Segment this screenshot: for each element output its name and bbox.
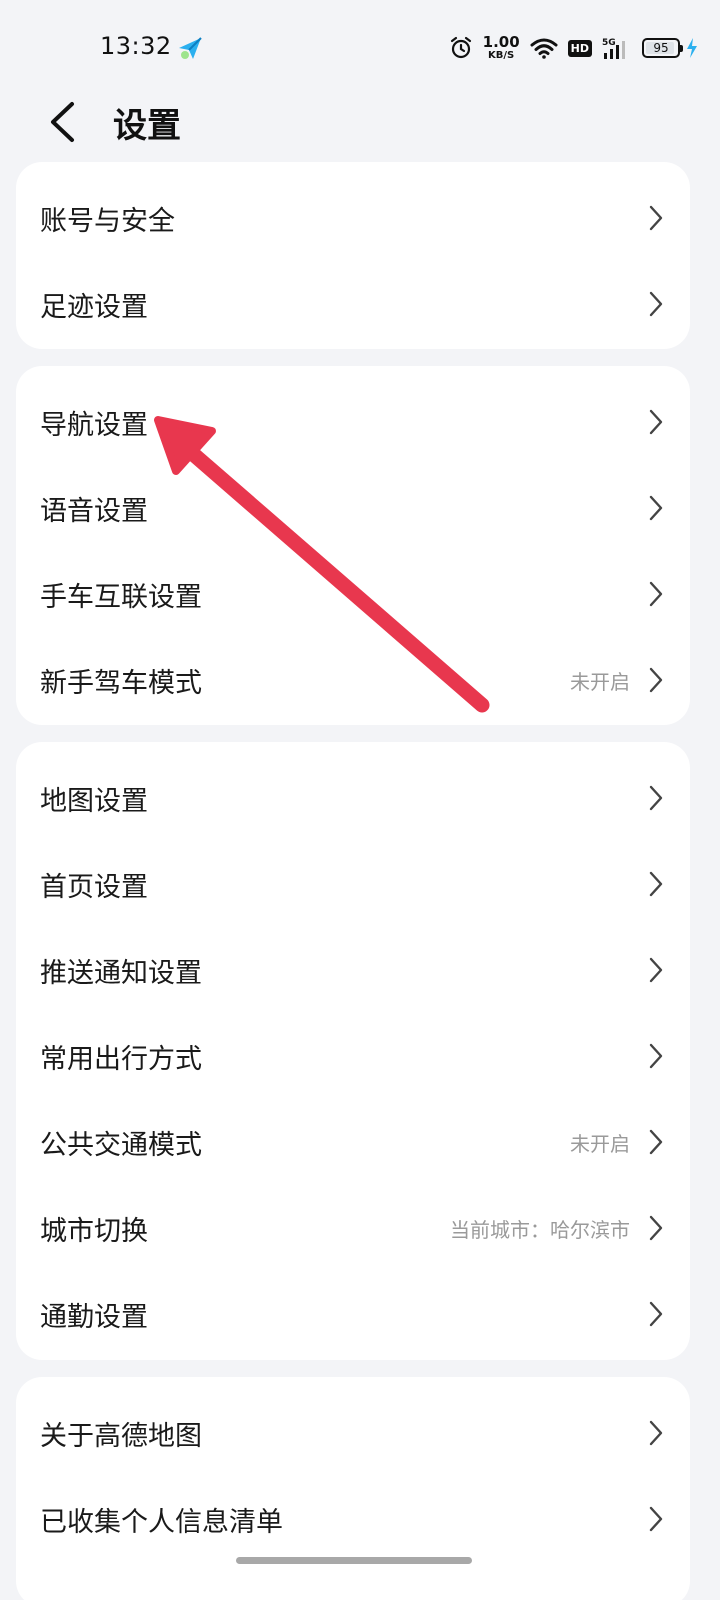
chevron-right-icon — [649, 1215, 663, 1241]
settings-row-push-notifications[interactable]: 推送通知设置 — [16, 927, 690, 1013]
status-time: 13:32 — [100, 32, 172, 60]
row-label: 手车互联设置 — [40, 581, 202, 613]
row-label: 首页设置 — [40, 871, 148, 903]
chevron-right-icon — [649, 409, 663, 435]
settings-row-public-transit[interactable]: 公共交通模式 未开启 — [16, 1099, 690, 1185]
home-indicator[interactable] — [236, 1557, 472, 1564]
signal-icon: 5G — [602, 38, 625, 59]
status-bar: 13:32 1.00 KB/S HD 5G 95 — [0, 0, 720, 96]
signal-label: 5G — [602, 38, 616, 48]
row-status-value: 未开启 — [570, 669, 630, 694]
settings-group-navigation: 导航设置 语音设置 手车互联设置 新手驾车模式 未开启 — [16, 366, 690, 725]
chevron-right-icon — [649, 1506, 663, 1532]
chevron-right-icon — [649, 667, 663, 693]
settings-group-map: 地图设置 首页设置 推送通知设置 常用出行方式 公共交通模式 未开启 城市切换 … — [16, 742, 690, 1360]
status-indicators: 1.00 KB/S HD 5G 95 — [439, 32, 698, 64]
page-title: 设置 — [113, 106, 181, 146]
settings-row-footprint[interactable]: 足迹设置 — [16, 261, 690, 347]
chevron-right-icon — [649, 785, 663, 811]
settings-row-map[interactable]: 地图设置 — [16, 755, 690, 841]
row-label: 常用出行方式 — [40, 1043, 202, 1075]
battery-level: 95 — [653, 41, 669, 55]
chevron-right-icon — [649, 581, 663, 607]
row-label: 城市切换 — [40, 1215, 148, 1247]
settings-row-personal-info-list[interactable]: 已收集个人信息清单 — [16, 1476, 690, 1562]
alarm-icon — [450, 36, 471, 59]
back-icon — [51, 102, 74, 142]
settings-screen: 13:32 1.00 KB/S HD 5G 95 设置 账号与安全 足迹设置 导… — [0, 0, 720, 1600]
chevron-right-icon — [649, 957, 663, 983]
chevron-right-icon — [649, 1043, 663, 1069]
back-button[interactable] — [36, 94, 88, 150]
chevron-right-icon — [649, 205, 663, 231]
network-speed-value: 1.00 — [482, 33, 520, 51]
settings-row-novice-driving[interactable]: 新手驾车模式 未开启 — [16, 637, 690, 723]
row-label: 公共交通模式 — [40, 1129, 202, 1161]
hd-badge: HD — [567, 39, 592, 57]
settings-row-navigation[interactable]: 导航设置 — [16, 379, 690, 465]
settings-group-about: 关于高德地图 已收集个人信息清单 — [16, 1377, 690, 1600]
chevron-right-icon — [649, 1129, 663, 1155]
settings-row-travel-mode[interactable]: 常用出行方式 — [16, 1013, 690, 1099]
settings-row-homepage[interactable]: 首页设置 — [16, 841, 690, 927]
row-label: 已收集个人信息清单 — [40, 1506, 283, 1538]
battery-icon: 95 — [642, 38, 683, 58]
row-label: 足迹设置 — [40, 291, 148, 323]
settings-row-voice[interactable]: 语音设置 — [16, 465, 690, 551]
row-label: 关于高德地图 — [40, 1420, 202, 1452]
wifi-icon — [530, 38, 558, 59]
chevron-right-icon — [649, 1420, 663, 1446]
row-label: 语音设置 — [40, 495, 148, 527]
network-speed: 1.00 KB/S — [483, 35, 520, 61]
row-label: 推送通知设置 — [40, 957, 202, 989]
chevron-right-icon — [649, 871, 663, 897]
settings-row-car-connect[interactable]: 手车互联设置 — [16, 551, 690, 637]
chevron-right-icon — [649, 1301, 663, 1327]
settings-row-account-security[interactable]: 账号与安全 — [16, 175, 690, 261]
row-label: 通勤设置 — [40, 1301, 148, 1333]
charging-icon — [687, 38, 697, 58]
settings-row-city-switch[interactable]: 城市切换 当前城市：哈尔滨市 — [16, 1185, 690, 1271]
settings-row-commute[interactable]: 通勤设置 — [16, 1271, 690, 1357]
navigation-app-icon — [179, 37, 202, 59]
row-current-city: 当前城市：哈尔滨市 — [450, 1217, 630, 1242]
row-status-value: 未开启 — [570, 1131, 630, 1156]
settings-group-account: 账号与安全 足迹设置 — [16, 162, 690, 349]
row-label: 导航设置 — [40, 409, 148, 441]
settings-row-about[interactable]: 关于高德地图 — [16, 1390, 690, 1476]
row-label: 地图设置 — [40, 785, 148, 817]
chevron-right-icon — [649, 291, 663, 317]
row-label: 新手驾车模式 — [40, 667, 202, 699]
chevron-right-icon — [649, 495, 663, 521]
network-speed-unit: KB/S — [488, 50, 515, 61]
row-label: 账号与安全 — [40, 205, 175, 237]
header-bar: 设置 — [0, 86, 720, 156]
